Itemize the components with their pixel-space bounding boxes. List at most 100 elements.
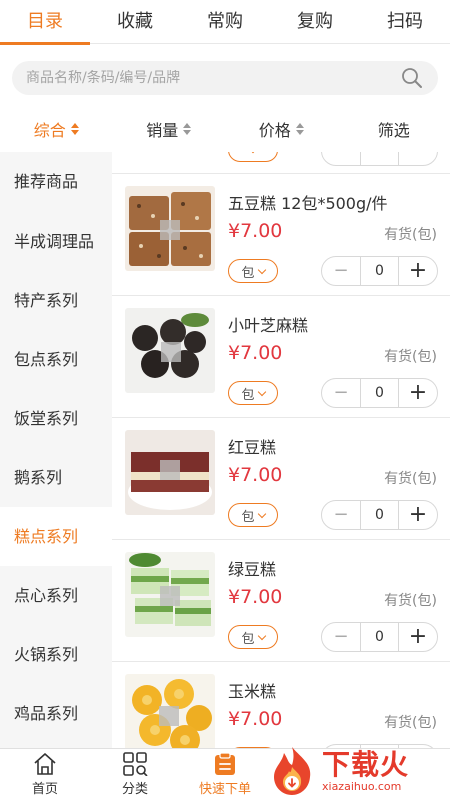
quantity-value[interactable]: 0: [360, 623, 399, 651]
sidebar-item-specialty[interactable]: 特产系列: [0, 271, 112, 330]
mung-bean-cake-image: [125, 552, 215, 637]
sidebar-item-hotpot[interactable]: 火锅系列: [0, 625, 112, 684]
partial-product-row: [112, 152, 450, 174]
increase-button[interactable]: +: [399, 623, 437, 651]
sidebar-item-chicken[interactable]: 鸡品系列: [0, 684, 112, 743]
product-name: 小叶芝麻糕: [228, 316, 309, 335]
quantity-stepper[interactable]: − 0 +: [321, 256, 438, 286]
decrease-button[interactable]: −: [322, 501, 360, 529]
unit-label: 包: [241, 631, 255, 647]
quantity-value[interactable]: 0: [360, 257, 399, 285]
unit-selector[interactable]: 包: [228, 503, 278, 527]
site-watermark: 下载火 xiazaihuo.com: [266, 742, 450, 800]
product-image[interactable]: [125, 552, 215, 637]
sort-price[interactable]: 价格: [225, 117, 338, 141]
product-name: 玉米糕: [228, 682, 277, 701]
sort-arrows-icon: [70, 123, 79, 135]
chevron-down-icon: [248, 152, 258, 153]
unit-label: 包: [241, 387, 255, 403]
sidebar-item-dim-sum[interactable]: 点心系列: [0, 566, 112, 625]
stock-status: 有货(包): [384, 349, 437, 365]
search-input[interactable]: [26, 70, 400, 86]
product-price: ¥7.00: [228, 464, 283, 486]
tab-frequent[interactable]: 常购: [180, 0, 270, 44]
sidebar-item-semi-prepared[interactable]: 半成调理品: [0, 212, 112, 271]
chevron-down-icon: [257, 631, 266, 640]
stock-status: 有货(包): [384, 227, 437, 243]
increase-button[interactable]: +: [399, 379, 437, 407]
product-item[interactable]: 玉米糕 ¥7.00 有货(包) 包 − 0 +: [112, 662, 450, 748]
tab-favorites[interactable]: 收藏: [90, 0, 180, 44]
sort-sales-label: 销量: [146, 121, 179, 140]
product-item[interactable]: 绿豆糕 ¥7.00 有货(包) 包 − 0 +: [112, 540, 450, 662]
watermark-text: 下载火 xiazaihuo.com: [322, 747, 410, 792]
decrease-button[interactable]: −: [322, 623, 360, 651]
product-price: ¥7.00: [228, 342, 283, 364]
decrease-button[interactable]: −: [322, 379, 360, 407]
nav-category-label: 分类: [121, 782, 148, 797]
product-image[interactable]: [125, 430, 215, 515]
product-image[interactable]: [125, 674, 215, 748]
corn-cake-image: [125, 674, 215, 748]
nav-home[interactable]: 首页: [0, 749, 90, 800]
sort-comprehensive[interactable]: 综合: [0, 117, 113, 141]
chevron-down-icon: [257, 265, 266, 274]
product-image[interactable]: [125, 308, 215, 393]
flame-logo-icon: [274, 747, 311, 795]
category-sidebar: 推荐商品 半成调理品 特产系列 包点系列 饭堂系列 鹅系列 糕点系列 点心系列 …: [0, 152, 112, 748]
category-grid-icon: [123, 752, 148, 776]
unit-selector[interactable]: 包: [228, 259, 278, 283]
unit-label: 包: [241, 265, 255, 281]
unit-selector-partial[interactable]: [228, 152, 278, 162]
chevron-down-icon: [257, 387, 266, 396]
tab-scan[interactable]: 扫码: [360, 0, 450, 44]
quantity-stepper-partial[interactable]: [321, 152, 438, 166]
sort-arrows-icon: [183, 123, 192, 135]
five-bean-cake-image: [125, 186, 215, 271]
decrease-button[interactable]: −: [322, 257, 360, 285]
sidebar-item-recommended[interactable]: 推荐商品: [0, 152, 112, 212]
stock-status: 有货(包): [384, 593, 437, 609]
product-item[interactable]: 五豆糕 12包*500g/件 ¥7.00 有货(包) 包 − 0 +: [112, 174, 450, 296]
product-list: 五豆糕 12包*500g/件 ¥7.00 有货(包) 包 − 0 + 小叶芝麻糕…: [112, 152, 450, 748]
sidebar-item-canteen[interactable]: 饭堂系列: [0, 389, 112, 448]
sidebar-item-goose[interactable]: 鹅系列: [0, 448, 112, 507]
product-item[interactable]: 小叶芝麻糕 ¥7.00 有货(包) 包 − 0 +: [112, 296, 450, 418]
clipboard-icon: [215, 752, 235, 775]
sort-comprehensive-label: 综合: [33, 121, 66, 140]
home-icon: [34, 753, 56, 775]
product-price: ¥7.00: [228, 220, 283, 242]
sort-sales[interactable]: 销量: [113, 117, 226, 141]
tab-repurchase[interactable]: 复购: [270, 0, 360, 44]
search-bar[interactable]: [12, 61, 438, 95]
sort-bar: 综合 销量 价格 筛选: [0, 108, 450, 150]
top-tab-bar: 目录 收藏 常购 复购 扫码: [0, 0, 450, 45]
sesame-cake-image: [125, 308, 215, 393]
quantity-stepper[interactable]: − 0 +: [321, 622, 438, 652]
stock-status: 有货(包): [384, 715, 437, 731]
unit-selector[interactable]: 包: [228, 625, 278, 649]
nav-category[interactable]: 分类: [90, 749, 180, 800]
nav-quick-order[interactable]: 快速下单: [180, 749, 270, 800]
chevron-down-icon: [257, 509, 266, 518]
increase-button[interactable]: +: [399, 501, 437, 529]
nav-quick-order-label: 快速下单: [198, 782, 251, 797]
sidebar-item-pastry[interactable]: 糕点系列: [0, 507, 112, 566]
quantity-value[interactable]: [360, 152, 399, 165]
product-name: 红豆糕: [228, 438, 277, 457]
filter-button[interactable]: 筛选: [338, 117, 450, 141]
watermark-cn: 下载火: [322, 747, 410, 781]
tab-catalog[interactable]: 目录: [0, 0, 90, 45]
quantity-value[interactable]: 0: [360, 501, 399, 529]
unit-selector[interactable]: 包: [228, 381, 278, 405]
quantity-stepper[interactable]: − 0 +: [321, 378, 438, 408]
search-icon[interactable]: [400, 66, 424, 90]
sort-price-label: 价格: [258, 121, 291, 140]
filter-label: 筛选: [377, 121, 410, 140]
product-image[interactable]: [125, 186, 215, 271]
increase-button[interactable]: +: [399, 257, 437, 285]
quantity-value[interactable]: 0: [360, 379, 399, 407]
product-item[interactable]: 红豆糕 ¥7.00 有货(包) 包 − 0 +: [112, 418, 450, 540]
quantity-stepper[interactable]: − 0 +: [321, 500, 438, 530]
sidebar-item-buns[interactable]: 包点系列: [0, 330, 112, 389]
